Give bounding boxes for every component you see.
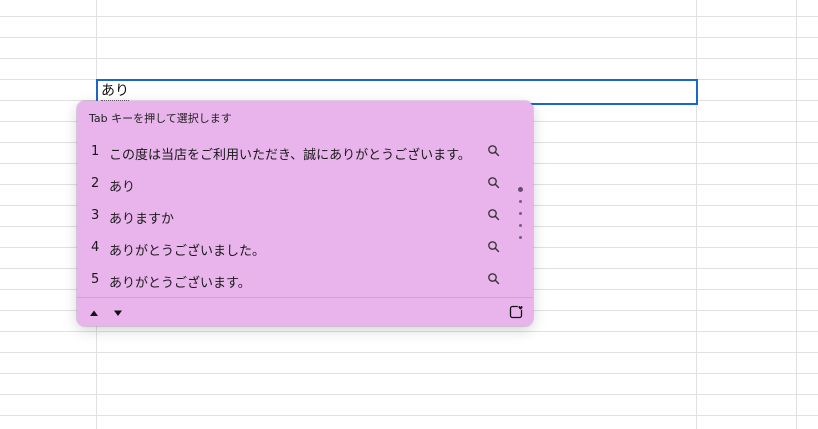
triangle-up-icon[interactable] [87,306,101,320]
triangle-down-icon[interactable] [111,306,125,320]
search-icon[interactable] [487,144,501,158]
row-divider [0,37,818,38]
page-indicator-dot [519,236,522,239]
row-divider [0,352,818,353]
search-icon[interactable] [487,176,501,190]
candidate-number: 3 [91,208,100,223]
row-divider [0,394,818,395]
page-indicator-dot-active [518,187,523,192]
candidate-number: 1 [91,144,100,159]
page-indicator-dot [519,200,522,203]
candidate-text: ありがとうございました。 [109,244,266,259]
candidate-number: 4 [91,240,100,255]
candidate-item-3[interactable]: 3 ありますか [77,201,507,233]
candidate-text: この度は当店をご利用いただき、誠にありがとうございます。 [109,148,471,163]
ime-hint: Tab キーを押して選択します [89,112,232,125]
candidate-item-1[interactable]: 1 この度は当店をご利用いただき、誠にありがとうございます。 [77,137,507,169]
candidate-item-2[interactable]: 2 あり [77,169,507,201]
candidate-item-5[interactable]: 5 ありがとうございます。 [77,265,507,297]
candidate-text: あり [109,180,136,195]
candidate-number: 2 [91,176,100,191]
favorite-heart-icon[interactable] [509,303,525,319]
page-indicator[interactable] [517,187,525,243]
search-icon[interactable] [487,240,501,254]
candidate-text: ありますか [109,212,175,227]
row-divider [0,373,818,374]
page-indicator-dot [519,212,522,215]
search-icon[interactable] [487,272,501,286]
row-divider [0,415,818,416]
ime-candidate-window: Tab キーを押して選択します 1 この度は当店をご利用いただき、誠にありがとう… [77,101,533,326]
page-indicator-dot [519,224,522,227]
search-icon[interactable] [487,208,501,222]
footer-divider [77,297,533,298]
row-divider [0,58,818,59]
cell-input-text[interactable]: あり [101,83,129,101]
candidate-number: 5 [91,272,100,287]
column-divider [696,0,697,429]
candidate-text: ありがとうございます。 [109,276,251,291]
column-divider [796,0,797,429]
candidate-item-4[interactable]: 4 ありがとうございました。 [77,233,507,265]
row-divider [0,331,818,332]
row-divider [0,16,818,17]
